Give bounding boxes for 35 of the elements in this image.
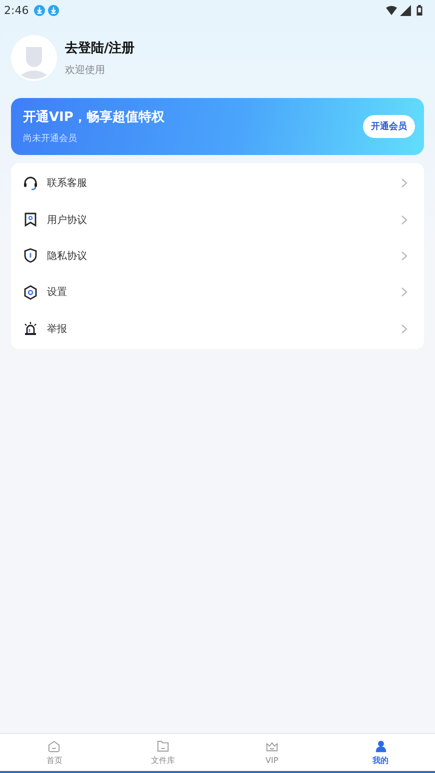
alarm-icon <box>23 321 38 336</box>
nav-tab[interactable]: VIP <box>218 734 326 771</box>
membership-status: 尚未开通会员 <box>23 132 78 145</box>
battery-icon <box>414 4 425 16</box>
chevron-right-icon <box>401 178 408 188</box>
download-icon <box>34 4 45 16</box>
nav-tab[interactable]: 首页 <box>0 734 109 771</box>
avatar-icon <box>11 35 57 81</box>
welcome-text: 欢迎使用 <box>65 64 106 77</box>
menu-item[interactable]: 用户协议 <box>47 212 392 227</box>
document-icon <box>23 212 38 228</box>
chevron-right-icon <box>401 324 408 334</box>
download-icon <box>48 4 59 16</box>
settings-icon <box>23 284 38 300</box>
menu-item[interactable]: 设置 <box>47 285 392 300</box>
wifi-icon <box>386 4 397 16</box>
status-time: 2:46 <box>4 4 29 16</box>
crown-icon <box>264 740 279 754</box>
chevron-right-icon <box>401 214 408 225</box>
join-vip-button[interactable]: 开通会员 <box>363 115 415 138</box>
shield-icon <box>23 248 38 264</box>
signal-icon <box>400 4 411 16</box>
chevron-right-icon <box>401 287 408 298</box>
nav-tab[interactable]: 文件库 <box>108 734 218 771</box>
chevron-right-icon <box>401 250 408 261</box>
home-icon <box>47 740 62 752</box>
headset-icon <box>23 176 38 191</box>
vip-title: 开通VIP，畅享超值特权 <box>23 108 166 126</box>
person-icon <box>374 740 388 752</box>
menu-item[interactable]: 联系客服 <box>47 176 392 190</box>
menu-item[interactable]: 隐私协议 <box>47 248 392 263</box>
login-title[interactable]: 去登陆/注册 <box>65 39 135 57</box>
nav-tab[interactable]: 我的 <box>326 734 435 771</box>
menu-item[interactable]: 举报 <box>47 322 392 336</box>
folder-icon <box>156 740 170 752</box>
